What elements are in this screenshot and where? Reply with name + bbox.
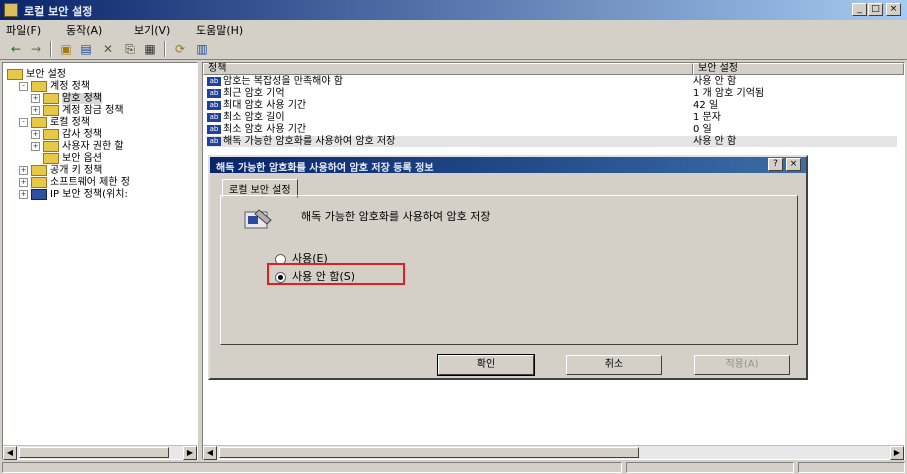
toolbar-separator xyxy=(164,41,166,57)
scroll-left-button[interactable]: ◀ xyxy=(3,446,17,460)
policy-name: 최대 암호 사용 기간 xyxy=(223,100,307,111)
list-item[interactable]: ab 최소 암호 사용 기간 0 일 xyxy=(207,124,897,135)
ok-button[interactable]: 확인 xyxy=(437,354,535,376)
policy-icon: ab xyxy=(207,112,221,122)
highlight-box xyxy=(267,263,405,285)
back-icon[interactable]: ← xyxy=(8,41,24,57)
help-icon[interactable]: ▥ xyxy=(194,41,210,57)
status-segment xyxy=(626,462,794,473)
tree-icon[interactable]: ▤ xyxy=(78,41,94,57)
collapse-icon[interactable]: - xyxy=(19,81,28,91)
status-segment xyxy=(2,462,622,473)
policy-setting: 1 개 암호 기억됨 xyxy=(693,88,765,99)
list-item[interactable]: ab 암호는 복잡성을 만족해야 함 사용 안 함 xyxy=(207,76,897,87)
up-icon[interactable]: ▣ xyxy=(58,41,74,57)
network-icon xyxy=(31,188,47,200)
properties-icon[interactable]: ▦ xyxy=(142,41,158,57)
menu-view[interactable]: 보기(V) xyxy=(134,22,170,38)
window-title: 로컬 보안 설정 xyxy=(24,5,93,18)
status-segment xyxy=(798,462,905,473)
list-item-selected[interactable]: ab 해독 가능한 암호화를 사용하여 암호 저장 사용 안 함 xyxy=(207,136,897,147)
list-item[interactable]: ab 최소 암호 길이 1 문자 xyxy=(207,112,897,123)
app-icon xyxy=(4,3,18,17)
policy-name: 최소 암호 사용 기간 xyxy=(223,124,307,135)
scroll-right-button[interactable]: ▶ xyxy=(890,446,904,460)
forward-icon[interactable]: → xyxy=(28,41,44,57)
policy-icon: ab xyxy=(207,88,221,98)
window-title-bar: 로컬 보안 설정 _ □ × xyxy=(0,0,907,20)
column-header-policy[interactable]: 정책 xyxy=(203,63,693,75)
scroll-left-button[interactable]: ◀ xyxy=(203,446,217,460)
policy-name: 최근 암호 기억 xyxy=(223,88,285,99)
policy-name: 해독 가능한 암호화를 사용하여 암호 저장 xyxy=(223,136,396,147)
scroll-thumb[interactable] xyxy=(219,447,639,458)
policy-setting: 사용 안 함 xyxy=(693,76,737,87)
policy-name: 최소 암호 길이 xyxy=(223,112,285,123)
policy-setting: 1 문자 xyxy=(693,112,721,123)
policy-icon: ab xyxy=(207,136,221,146)
dialog-title: 해독 가능한 암호화를 사용하여 암호 저장 등록 정보 xyxy=(216,163,434,174)
close-button[interactable]: × xyxy=(886,3,901,16)
menu-action[interactable]: 동작(A) xyxy=(66,22,102,38)
delete-icon[interactable]: ✕ xyxy=(100,41,116,57)
menu-bar: 파일(F) 동작(A) 보기(V) 도움말(H) xyxy=(0,20,907,38)
policy-setting: 42 일 xyxy=(693,100,719,111)
tree-pane: 보안 설정 - 계정 정책 + 암호 정책 + 계정 잠금 정책 - 로컬 정책 + 감사… xyxy=(2,62,198,460)
scroll-thumb[interactable] xyxy=(19,447,169,458)
properties-dialog: 해독 가능한 암호화를 사용하여 암호 저장 등록 정보 ? × 로컬 보안 설… xyxy=(208,155,808,380)
policy-setting: 사용 안 함 xyxy=(693,136,737,147)
policy-description: 해독 가능한 암호화를 사용하여 암호 저장 xyxy=(301,210,491,223)
toolbar-separator xyxy=(50,41,52,57)
collapse-icon[interactable]: - xyxy=(19,117,28,127)
refresh-icon[interactable]: ⟳ xyxy=(172,41,188,57)
tree-horizontal-scrollbar[interactable]: ◀ ▶ xyxy=(3,445,197,460)
column-header-setting[interactable]: 보안 설정 xyxy=(693,63,904,75)
dialog-help-button[interactable]: ? xyxy=(768,158,783,171)
scroll-right-button[interactable]: ▶ xyxy=(183,446,197,460)
maximize-button[interactable]: □ xyxy=(868,3,883,16)
policy-icon xyxy=(243,206,275,232)
expand-icon[interactable]: + xyxy=(19,189,28,199)
cancel-button[interactable]: 취소 xyxy=(566,355,662,375)
menu-help[interactable]: 도움말(H) xyxy=(196,22,243,38)
policy-name: 암호는 복잡성을 만족해야 함 xyxy=(223,76,343,87)
dialog-title-bar: 해독 가능한 암호화를 사용하여 암호 저장 등록 정보 ? × xyxy=(210,157,806,174)
dialog-close-button[interactable]: × xyxy=(786,158,801,171)
apply-button[interactable]: 적용(A) xyxy=(694,355,790,375)
policy-icon: ab xyxy=(207,100,221,110)
list-item[interactable]: ab 최대 암호 사용 기간 42 일 xyxy=(207,100,897,111)
policy-icon: ab xyxy=(207,76,221,86)
toolbar: ← → ▣ ▤ ✕ ⎘ ▦ ⟳ ▥ xyxy=(0,38,907,60)
list-item[interactable]: ab 최근 암호 기억 1 개 암호 기억됨 xyxy=(207,88,897,99)
minimize-button[interactable]: _ xyxy=(852,3,867,16)
export-icon[interactable]: ⎘ xyxy=(122,41,138,57)
policy-icon: ab xyxy=(207,124,221,134)
policy-setting: 0 일 xyxy=(693,124,712,135)
expand-icon[interactable]: + xyxy=(31,141,40,151)
tree-item-ip-security[interactable]: + IP 보안 정책(위치: xyxy=(19,185,128,200)
tree-item-label: IP 보안 정책(위치: xyxy=(50,189,128,200)
status-bar xyxy=(0,461,907,474)
list-horizontal-scrollbar[interactable]: ◀ ▶ xyxy=(203,445,904,460)
tab-panel: 해독 가능한 암호화를 사용하여 암호 저장 사용(E) 사용 안 함(S) xyxy=(220,195,798,345)
menu-file[interactable]: 파일(F) xyxy=(6,22,41,38)
